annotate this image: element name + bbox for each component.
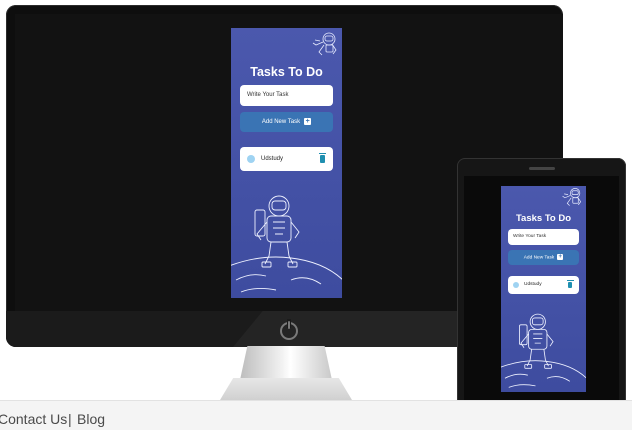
plus-icon: + (304, 118, 312, 125)
task-label: Udstudy (524, 282, 542, 287)
task-checkbox[interactable] (247, 155, 255, 163)
footer-link-blog[interactable]: Blog (77, 411, 105, 427)
app-preview-laptop: Tasks To Do Write Your Task Add New Task… (501, 186, 586, 392)
add-task-label: Add New Task (523, 255, 555, 261)
astronaut-float-icon (312, 32, 337, 56)
task-input[interactable]: Write Your Task (240, 85, 333, 106)
trash-icon[interactable] (319, 153, 326, 163)
add-task-label: Add New Task (261, 119, 301, 126)
trash-icon[interactable] (567, 280, 574, 288)
plus-icon: + (557, 254, 564, 260)
app-title: Tasks To Do (250, 65, 323, 79)
monitor-stand (240, 346, 332, 380)
add-task-button[interactable]: Add New Task + (508, 250, 579, 265)
task-item: Udstudy (240, 147, 333, 171)
monitor-stand-base (220, 378, 352, 400)
task-checkbox[interactable] (513, 282, 519, 288)
laptop-camera (529, 167, 555, 170)
task-item: Udstudy (508, 276, 579, 294)
app-preview-desktop: Tasks To Do Write Your Task Add New Task… (231, 28, 342, 298)
app-title: Tasks To Do (515, 213, 572, 224)
astronaut-illustration (501, 313, 586, 388)
footer-separator: | (68, 411, 72, 427)
power-icon (280, 319, 298, 340)
astronaut-illustration (231, 195, 342, 293)
footer: Contact Us | Blog (0, 400, 632, 430)
task-input[interactable]: Write Your Task (508, 229, 579, 245)
astronaut-float-icon (562, 188, 582, 206)
task-label: Udstudy (261, 156, 284, 162)
add-task-button[interactable]: Add New Task + (240, 112, 333, 132)
footer-link-contact-us[interactable]: Contact Us (0, 411, 67, 427)
